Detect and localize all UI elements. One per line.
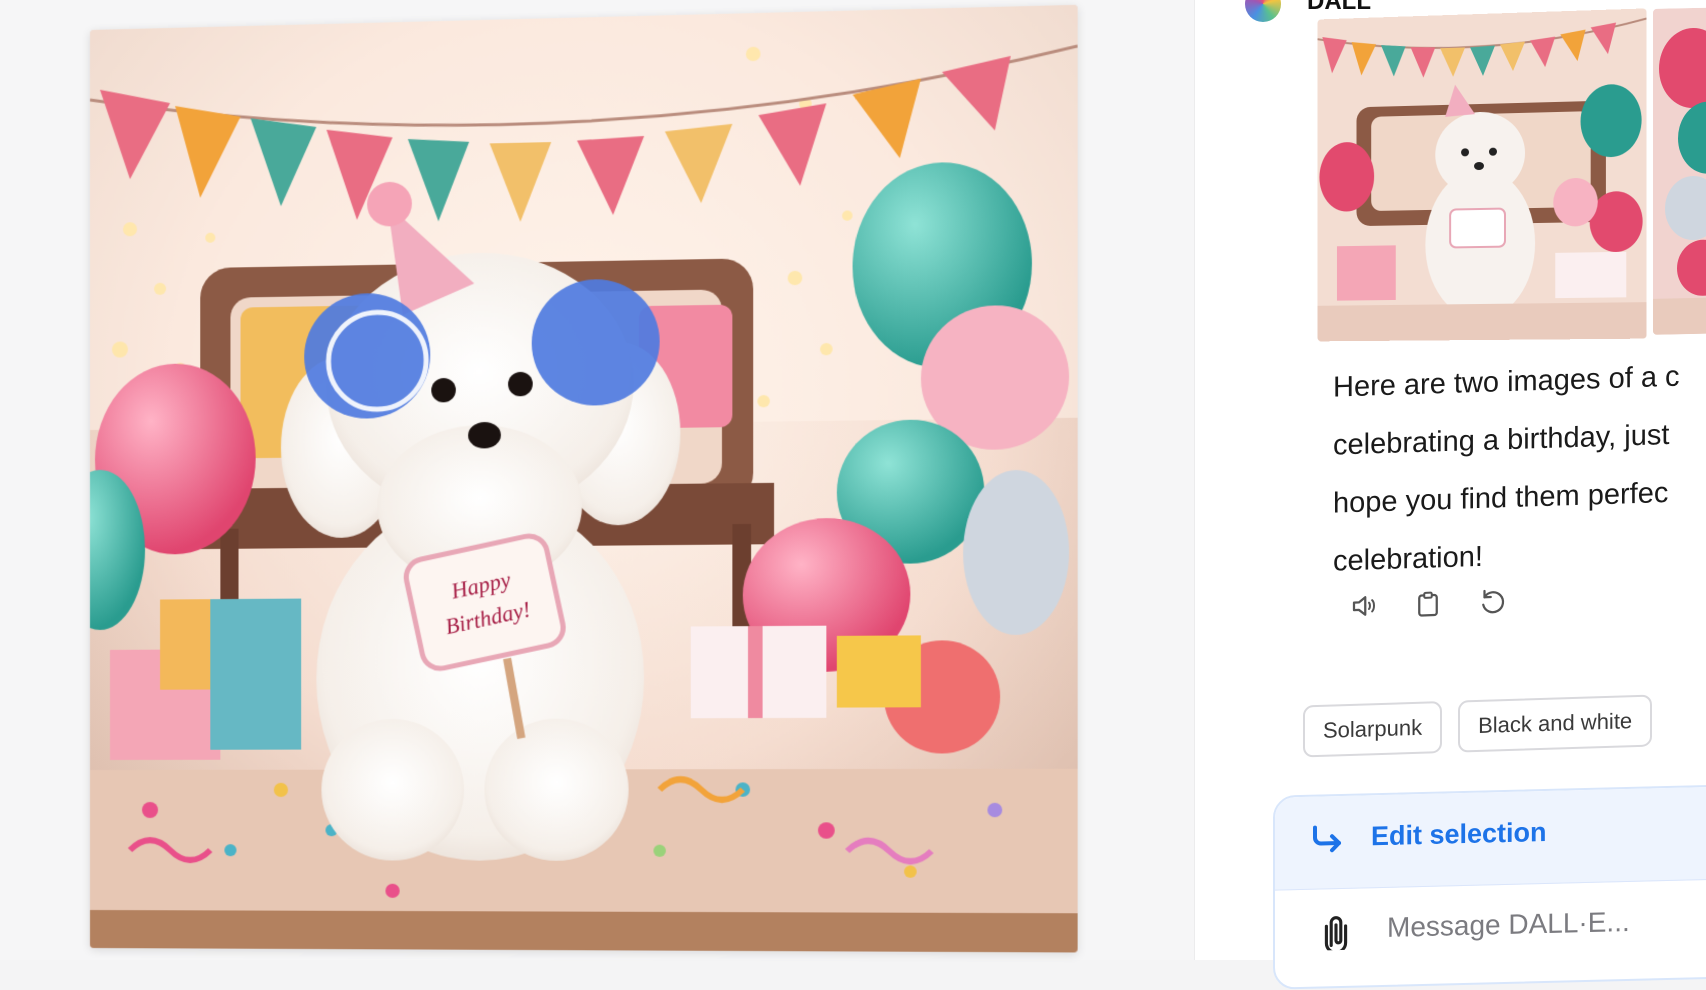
regenerate-button[interactable] — [1473, 582, 1511, 621]
message-input[interactable] — [1385, 896, 1706, 951]
assistant-name: DALL — [1307, 0, 1371, 15]
assistant-reply-text: Here are two images of a c celebrating a… — [1333, 345, 1706, 590]
chat-panel: DALL Here are two images of a c celebrat… — [1195, 0, 1706, 990]
style-suggestions: Solarpunk Black and white — [1303, 694, 1653, 758]
image-editor-canvas: Happy Birthday! — [0, 0, 1235, 960]
poodle-birthday-image: Happy Birthday! — [90, 4, 1078, 953]
read-aloud-button[interactable] — [1345, 586, 1383, 625]
message-composer: Edit selection — [1273, 784, 1706, 990]
edit-selection-bar[interactable]: Edit selection — [1275, 786, 1706, 891]
regenerate-icon — [1482, 589, 1505, 614]
message-actions — [1345, 582, 1511, 625]
style-chip-solarpunk[interactable]: Solarpunk — [1303, 701, 1443, 758]
style-chip-black-and-white[interactable]: Black and white — [1458, 694, 1653, 753]
paperclip-icon[interactable] — [1321, 914, 1351, 951]
reply-line: celebration! — [1333, 540, 1483, 578]
edit-selection-label: Edit selection — [1371, 816, 1547, 852]
copy-button[interactable] — [1409, 584, 1447, 623]
reply-arrow-icon — [1313, 825, 1341, 853]
main-generated-image[interactable]: Happy Birthday! — [90, 4, 1078, 953]
reply-line: hope you find them perfec — [1333, 477, 1669, 520]
assistant-avatar — [1245, 0, 1281, 22]
result-thumbnail-1[interactable] — [1317, 8, 1647, 342]
result-thumbnail-2[interactable] — [1653, 7, 1706, 335]
second-thumbnail-image — [1653, 7, 1706, 335]
clipboard-icon — [1418, 591, 1438, 617]
poodle-thumbnail-image — [1317, 8, 1647, 342]
speaker-icon — [1352, 596, 1375, 616]
